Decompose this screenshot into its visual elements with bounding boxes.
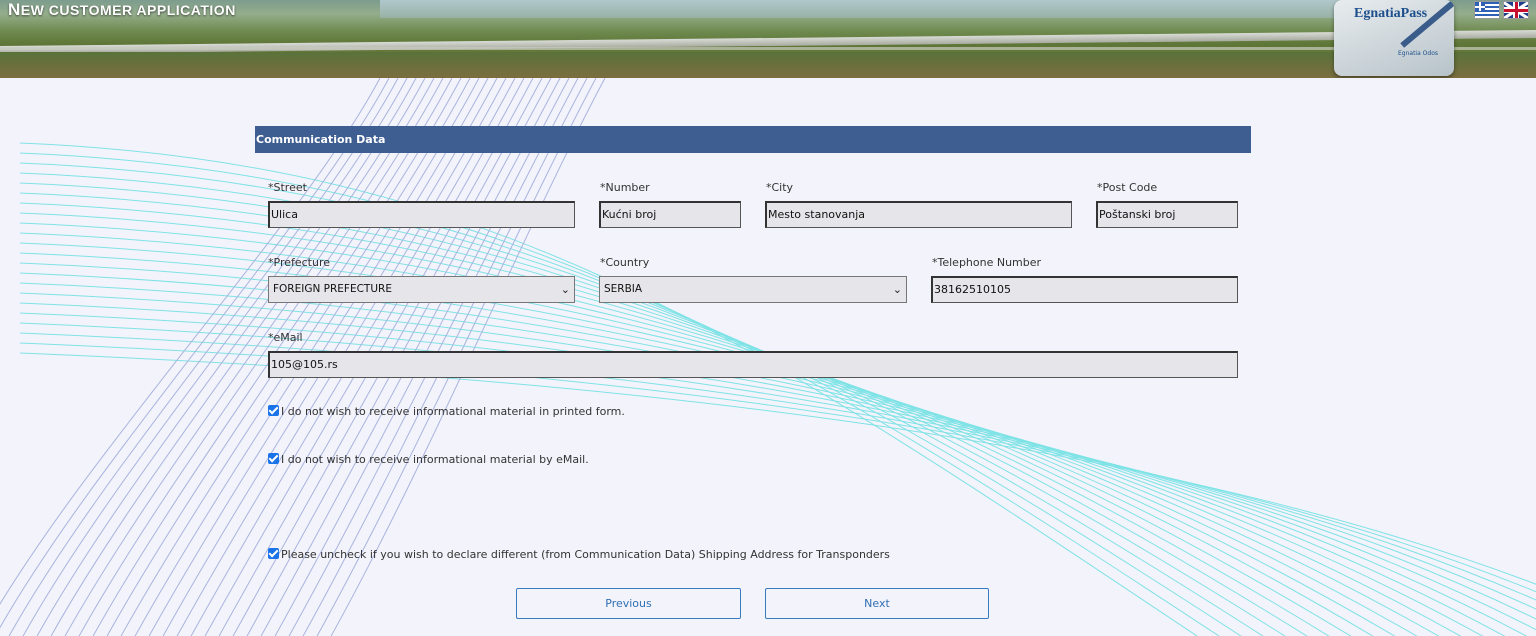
country-value: SERBIA: [604, 283, 643, 295]
city-label: *City: [766, 181, 794, 194]
prefecture-value: FOREIGN PREFECTURE: [273, 283, 392, 295]
decorative-line: [19, 182, 1286, 636]
previous-button[interactable]: Previous: [516, 588, 741, 619]
no-email-label: I do not wish to receive informational m…: [281, 453, 589, 466]
page-title: NEW CUSTOMER APPLICATION: [8, 0, 236, 19]
logo-subtext: Egnatia Odos: [1398, 50, 1439, 57]
post-code-input[interactable]: Poštanski broj: [1096, 201, 1238, 228]
greek-flag-icon[interactable]: [1474, 1, 1500, 19]
uk-flag-icon[interactable]: [1503, 1, 1529, 19]
no-printed-label: I do not wish to receive informational m…: [281, 405, 625, 418]
egnatia-pass-logo: EgnatiaPass Egnatia Odos: [1334, 0, 1454, 76]
chevron-down-icon: ⌄: [560, 283, 570, 296]
email-input[interactable]: 105@105.rs: [268, 351, 1238, 378]
email-label: *eMail: [268, 331, 303, 344]
banner-hills: [0, 52, 1536, 78]
number-input[interactable]: Kućni broj: [599, 201, 741, 228]
language-switcher: [1474, 1, 1529, 19]
country-select[interactable]: SERBIA ⌄: [599, 276, 907, 303]
chevron-down-icon: ⌄: [892, 283, 902, 296]
banner-road-shadow: [0, 47, 1536, 50]
decorative-line: [19, 272, 1484, 636]
header-banner: NEW CUSTOMER APPLICATION EgnatiaPass Egn…: [0, 0, 1536, 78]
banner-sky: [380, 0, 1380, 18]
telephone-input[interactable]: 38162510105: [931, 276, 1238, 303]
post-code-label: *Post Code: [1097, 181, 1158, 194]
prefecture-select[interactable]: FOREIGN PREFECTURE ⌄: [268, 276, 575, 303]
number-label: *Number: [600, 181, 650, 194]
no-email-checkbox[interactable]: [268, 453, 279, 464]
next-button[interactable]: Next: [765, 588, 989, 619]
decorative-line: [19, 202, 1330, 636]
decorative-line: [19, 282, 1506, 636]
street-label: *Street: [268, 181, 307, 194]
prefecture-label: *Prefecture: [268, 256, 331, 269]
decorative-line: [19, 252, 1440, 636]
same-shipping-checkbox[interactable]: [268, 548, 279, 559]
decorative-line: [19, 172, 1264, 636]
telephone-label: *Telephone Number: [932, 256, 1042, 269]
section-header-communication-data: Communication Data: [255, 126, 1251, 153]
logo-text: EgnatiaPass: [1354, 6, 1428, 21]
banner-road: [0, 29, 1536, 55]
city-input[interactable]: Mesto stanovanja: [765, 201, 1072, 228]
no-printed-checkbox[interactable]: [268, 405, 279, 416]
same-shipping-label: Please uncheck if you wish to declare di…: [281, 548, 890, 561]
street-input[interactable]: Ulica: [268, 201, 575, 228]
country-label: *Country: [600, 256, 650, 269]
